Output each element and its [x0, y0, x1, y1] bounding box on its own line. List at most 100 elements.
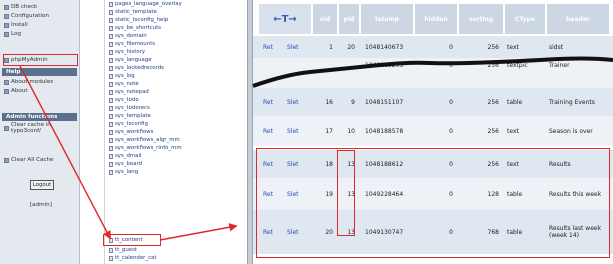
header-value: sidst	[549, 43, 564, 51]
table-list-pane: pages_language_overlay static_template s…	[103, 0, 242, 264]
column-header-uid[interactable]: uid	[313, 4, 337, 34]
column-header-header[interactable]: header	[547, 4, 609, 34]
table-icon	[109, 162, 113, 167]
table-list-item[interactable]: sys_tsconfig	[109, 121, 148, 128]
sorting-value: 256	[487, 127, 499, 135]
table-icon	[109, 90, 113, 95]
help-section-header: Help	[2, 68, 77, 76]
sidebar-item-log[interactable]: Log	[4, 30, 21, 38]
table-icon	[109, 256, 113, 261]
sorting-value: 256	[487, 61, 499, 69]
header-value: Season is over	[549, 127, 593, 135]
table-icon	[109, 26, 113, 31]
log-icon	[4, 31, 9, 37]
edit-link[interactable]: Ret	[263, 36, 273, 58]
column-header-ctype[interactable]: CType	[505, 4, 545, 34]
pid-value: 9	[351, 98, 355, 106]
table-list-item[interactable]: sys_domain	[109, 33, 147, 40]
edit-link[interactable]: Ret	[263, 88, 273, 116]
column-toggle-arrow[interactable]: ←T→	[259, 4, 311, 34]
uid-value: 16	[325, 98, 333, 106]
sorting-value: 256	[487, 98, 499, 106]
table-icon	[109, 18, 113, 23]
table-list-item[interactable]: sys_log	[109, 73, 135, 80]
hidden-value: 0	[449, 98, 453, 106]
hidden-value: 0	[449, 127, 453, 135]
clear-all-cache-link[interactable]: Clear All Cache	[4, 156, 54, 164]
table-list-item[interactable]: sys_filemounts	[109, 41, 155, 48]
table-icon	[109, 74, 113, 79]
column-header-tstamp[interactable]: tstamp	[361, 4, 413, 34]
table-list-item[interactable]: sys_note	[109, 81, 139, 88]
ctype-value: text	[507, 43, 519, 51]
table-icon	[109, 114, 113, 119]
table-list-item[interactable]: sys_lockedrecords	[109, 65, 164, 72]
table-row: 1048185293 0 256 textpic Trainer	[253, 58, 613, 88]
table-list-item[interactable]: sys_history	[109, 49, 145, 56]
clear-cache-icon	[4, 125, 9, 131]
clear-cache-typo3conf-link[interactable]: Clear cache in typo3conf/	[4, 122, 69, 134]
sidebar-item-about-modules[interactable]: About modules	[4, 78, 53, 86]
table-icon	[109, 154, 113, 159]
sidebar-item-install[interactable]: Install	[4, 21, 28, 29]
pid-column-highlight	[337, 150, 355, 236]
table-icon	[109, 98, 113, 103]
table-icon	[109, 122, 113, 127]
table-list-item[interactable]: sys_todorecs	[109, 105, 150, 112]
table-list-item[interactable]: sys_todo	[109, 97, 139, 104]
table-list-item[interactable]: tt_guest	[109, 247, 137, 254]
table-list-item[interactable]: static_template	[109, 9, 157, 16]
column-header-hidden[interactable]: hidden	[415, 4, 457, 34]
table-list-item[interactable]: sys_workflows_rinfo_mm	[109, 145, 182, 152]
install-icon	[4, 22, 9, 28]
current-user-label: [admin]	[30, 202, 52, 208]
table-list-item[interactable]: sys_board	[109, 161, 142, 168]
tt-content-highlight	[103, 234, 161, 246]
logout-button[interactable]: Logout	[30, 180, 54, 190]
table-list-item[interactable]: pages_language_overlay	[109, 1, 182, 8]
delete-link[interactable]: Slet	[287, 36, 299, 58]
edit-link[interactable]: Ret	[263, 116, 273, 146]
table-list-item[interactable]: sys_workflows	[109, 129, 153, 136]
table-list-item[interactable]: tt_calender_cat	[109, 255, 156, 262]
tstamp-value: 1048151107	[365, 98, 404, 106]
table-list-item[interactable]: sys_template	[109, 113, 151, 120]
table-icon	[109, 138, 113, 143]
table-icon	[109, 2, 113, 7]
table-row: Ret Slet 17 10 1048188578 0 256 text Sea…	[253, 116, 613, 146]
delete-link[interactable]: Slet	[287, 88, 299, 116]
about-modules-icon	[4, 79, 9, 85]
table-icon	[109, 34, 113, 39]
sidebar-item-configuration[interactable]: Configuration	[4, 12, 49, 20]
table-row: Ret Slet 16 9 1048151107 0 256 table Tra…	[253, 88, 613, 116]
pid-13-rows-highlight	[256, 148, 610, 258]
sidebar-item-db-check[interactable]: DB check	[4, 3, 37, 11]
ctype-value: table	[507, 98, 523, 106]
delete-link[interactable]: Slet	[287, 116, 299, 146]
table-icon	[109, 130, 113, 135]
column-header-pid[interactable]: pid	[339, 4, 359, 34]
db-check-icon	[4, 4, 9, 10]
record-grid: ←T→ uid pid tstamp hidden sorting CType …	[253, 0, 613, 264]
sidebar-item-about[interactable]: About	[4, 87, 28, 95]
ctype-value: text	[507, 127, 519, 135]
table-icon	[109, 58, 113, 63]
table-list-item[interactable]: sys_workflows_algr_mm	[109, 137, 180, 144]
table-list-item[interactable]: sys_be_shortcuts	[109, 25, 161, 32]
table-list-item[interactable]: sys_notepad	[109, 89, 149, 96]
table-list-item[interactable]: sys_lang	[109, 169, 138, 176]
column-header-sorting[interactable]: sorting	[459, 4, 503, 34]
table-icon	[109, 170, 113, 175]
tstamp-value: 1048188578	[365, 127, 404, 135]
module-sidebar: DB check Configuration Install Log phpMy…	[0, 0, 80, 264]
table-list-item[interactable]: sys_language	[109, 57, 152, 64]
clear-all-cache-icon	[4, 157, 9, 163]
table-list-item[interactable]: static_tsconfig_help	[109, 17, 168, 24]
header-value: Training Events	[549, 98, 595, 106]
ctype-value: textpic	[507, 61, 528, 69]
admin-functions-header: Admin functions	[2, 113, 77, 121]
header-value: Trainer	[549, 61, 570, 69]
table-list-item[interactable]: sys_dmail	[109, 153, 141, 160]
table-icon	[109, 50, 113, 55]
hidden-value: 0	[449, 61, 453, 69]
